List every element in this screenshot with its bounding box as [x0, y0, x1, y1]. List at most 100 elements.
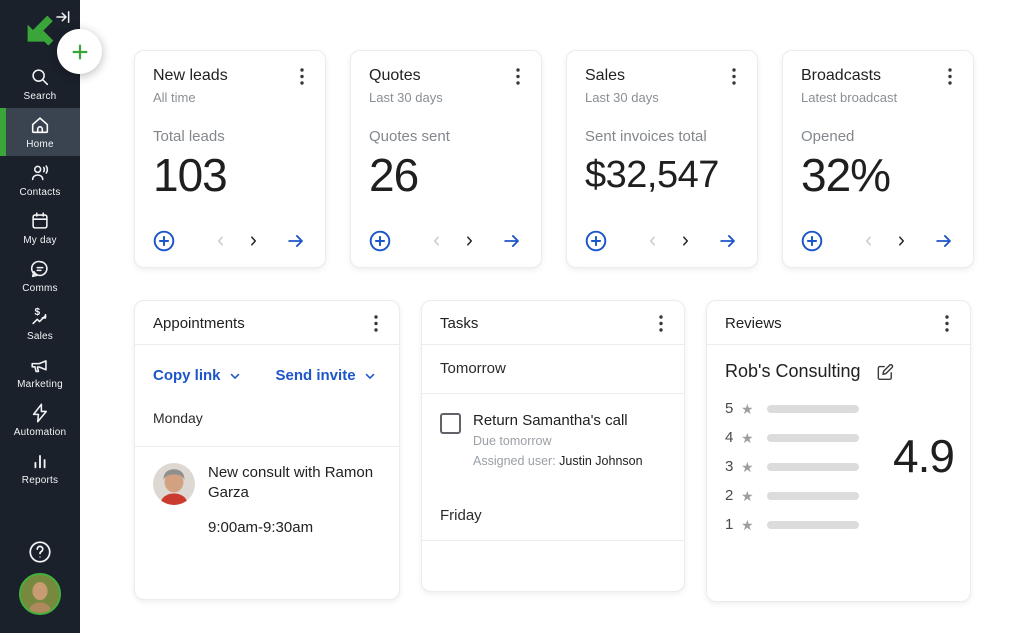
megaphone-icon: [29, 354, 51, 376]
bar-chart-icon: [29, 450, 51, 472]
kebab-menu-icon[interactable]: [369, 314, 383, 332]
metric-label: Sent invoices total: [585, 128, 741, 145]
new-leads-card: New leads All time Total leads 103: [134, 50, 326, 268]
star-icon: ★: [741, 460, 754, 474]
card-period: Last 30 days: [369, 90, 525, 105]
dashboard: Search Home: [0, 0, 1024, 633]
card-title: Broadcasts: [801, 67, 881, 85]
rating-bar: [767, 434, 859, 442]
task-list-item: Return Samantha's call Due tomorrow Assi…: [422, 394, 684, 492]
next-chevron-icon[interactable]: [892, 232, 910, 250]
day-heading: Friday: [440, 507, 482, 524]
sidebar-item-label: Reports: [22, 475, 58, 486]
kebab-menu-icon[interactable]: [940, 314, 954, 332]
help-icon[interactable]: [27, 539, 53, 565]
rating-row: 2 ★: [725, 488, 952, 503]
go-to-report-arrow-icon[interactable]: [931, 230, 957, 252]
previous-chevron-icon[interactable]: [860, 232, 878, 250]
kebab-menu-icon[interactable]: [654, 314, 668, 332]
metric-value: $32,547: [585, 154, 741, 197]
sidebar-item-home[interactable]: Home: [0, 108, 80, 156]
metric-label: Total leads: [153, 128, 309, 145]
metric-value: 26: [369, 148, 525, 202]
sidebar-item-automation[interactable]: Automation: [0, 396, 80, 444]
rating-row: 5 ★: [725, 401, 952, 416]
add-icon[interactable]: [583, 228, 609, 254]
card-title: Tasks: [440, 315, 478, 332]
metric-label: Quotes sent: [369, 128, 525, 145]
copy-link-button[interactable]: Copy link: [153, 367, 242, 384]
previous-chevron-icon[interactable]: [428, 232, 446, 250]
star-icon: ★: [741, 489, 754, 503]
metric-value: 103: [153, 148, 309, 202]
appointment-list-item[interactable]: New consult with Ramon Garza 9:00am-9:30…: [135, 447, 399, 552]
reviews-card: Reviews Rob's Consulting: [706, 300, 971, 602]
day-heading: Tomorrow: [440, 360, 506, 377]
kebab-menu-icon[interactable]: [727, 67, 741, 85]
sidebar-item-label: My day: [23, 235, 56, 246]
lightning-icon: [29, 402, 51, 424]
card-title: Reviews: [725, 315, 782, 332]
add-icon[interactable]: [151, 228, 177, 254]
star-count: 5: [725, 400, 736, 417]
metric-value: 32%: [801, 148, 957, 202]
send-invite-label: Send invite: [276, 367, 356, 384]
sidebar-item-label: Home: [26, 139, 53, 150]
tasks-card: Tasks Tomorrow Return Samantha's call Du…: [421, 300, 685, 592]
card-title: Quotes: [369, 67, 421, 85]
copy-link-label: Copy link: [153, 367, 221, 384]
calendar-icon: [29, 210, 51, 232]
contact-avatar: [153, 463, 195, 505]
star-count: 4: [725, 429, 736, 446]
speech-bubble-icon: [29, 258, 51, 280]
appointments-card: Appointments Copy link Send invite: [134, 300, 400, 600]
assigned-user-name: Justin Johnson: [559, 454, 642, 468]
card-period: Last 30 days: [585, 90, 741, 105]
previous-chevron-icon[interactable]: [212, 232, 230, 250]
send-invite-button[interactable]: Send invite: [276, 367, 377, 384]
rating-bar: [767, 492, 859, 500]
add-new-button[interactable]: [57, 29, 102, 74]
sidebar-item-reports[interactable]: Reports: [0, 444, 80, 492]
metric-label: Opened: [801, 128, 957, 145]
task-checkbox[interactable]: [440, 413, 461, 434]
card-period: Latest broadcast: [801, 90, 957, 105]
broadcasts-card: Broadcasts Latest broadcast Opened 32%: [782, 50, 974, 268]
task-assigned-row: Assigned user: Justin Johnson: [473, 454, 643, 468]
next-chevron-icon[interactable]: [676, 232, 694, 250]
sidebar-item-label: Sales: [27, 331, 53, 342]
sidebar-item-label: Contacts: [19, 187, 60, 198]
detail-card-row: Appointments Copy link Send invite: [134, 300, 1024, 602]
main-content: New leads All time Total leads 103: [80, 0, 1024, 633]
sidebar-item-marketing[interactable]: Marketing: [0, 348, 80, 396]
sidebar-item-label: Comms: [22, 283, 57, 294]
kebab-menu-icon[interactable]: [295, 67, 309, 85]
kebab-menu-icon[interactable]: [943, 67, 957, 85]
sidebar-item-label: Automation: [14, 427, 67, 438]
edit-icon[interactable]: [875, 362, 895, 382]
user-avatar[interactable]: [19, 573, 61, 615]
home-icon: [29, 114, 51, 136]
add-icon[interactable]: [367, 228, 393, 254]
add-icon[interactable]: [799, 228, 825, 254]
chevron-down-icon: [228, 369, 242, 383]
chevron-down-icon: [363, 369, 377, 383]
sidebar-item-sales[interactable]: $ Sales: [0, 300, 80, 348]
rating-row: 1 ★: [725, 517, 952, 532]
sidebar-item-my-day[interactable]: My day: [0, 204, 80, 252]
task-due-date: Due tomorrow: [473, 434, 643, 448]
kebab-menu-icon[interactable]: [511, 67, 525, 85]
sidebar-item-comms[interactable]: Comms: [0, 252, 80, 300]
go-to-report-arrow-icon[interactable]: [499, 230, 525, 252]
next-chevron-icon[interactable]: [460, 232, 478, 250]
previous-chevron-icon[interactable]: [644, 232, 662, 250]
go-to-report-arrow-icon[interactable]: [283, 230, 309, 252]
keap-logo[interactable]: [23, 13, 57, 47]
card-title: Sales: [585, 67, 625, 85]
go-to-report-arrow-icon[interactable]: [715, 230, 741, 252]
assigned-user-label: Assigned user:: [473, 454, 556, 468]
next-chevron-icon[interactable]: [244, 232, 262, 250]
sidebar-item-contacts[interactable]: Contacts: [0, 156, 80, 204]
sales-card: Sales Last 30 days Sent invoices total $…: [566, 50, 758, 268]
star-count: 1: [725, 516, 736, 533]
